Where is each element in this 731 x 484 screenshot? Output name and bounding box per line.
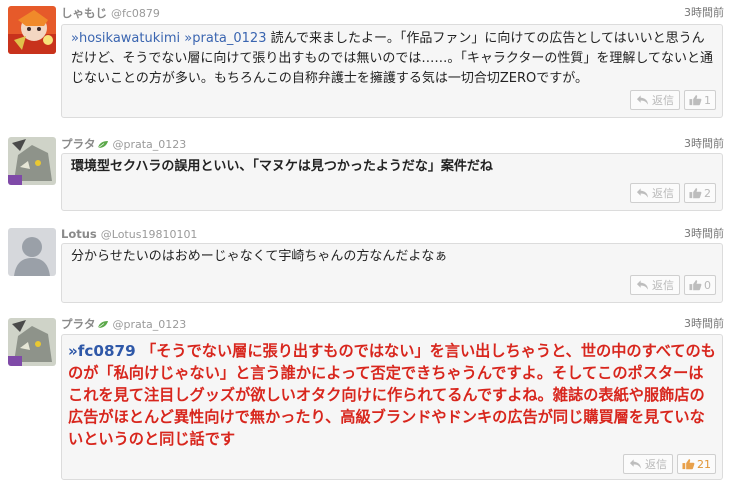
mention-link[interactable]: »fc0879 [68, 342, 136, 360]
thumbs-up-icon [689, 279, 702, 291]
user-avatar[interactable] [8, 6, 56, 54]
reply-button[interactable]: 返信 [630, 275, 680, 295]
comment-bubble: »hosikawatukimi »prata_0123 読んで来ましたよー。「作… [61, 24, 723, 118]
timestamp: 3時間前 [684, 6, 724, 19]
post-meta: Lotus @Lotus19810101 [61, 226, 197, 242]
leaf-badge-icon [97, 140, 109, 149]
reply-icon [636, 94, 649, 106]
post-meta: プラタ @prata_0123 [61, 316, 186, 332]
timestamp: 3時間前 [684, 137, 724, 150]
comment-post: しゃもじ @fc0879 3時間前 »hosikawatukimi »prata_… [0, 0, 731, 122]
mention-link[interactable]: »prata_0123 [184, 31, 266, 46]
comment-body: 環境型セクハラの誤用といい、「マヌケは見つかったようだな」案件だね [71, 159, 493, 174]
username[interactable]: Lotus [61, 227, 97, 241]
comment-actions: 返信 2 [630, 183, 716, 203]
reply-button[interactable]: 返信 [623, 454, 673, 474]
like-count: 2 [704, 186, 711, 200]
thumbs-up-icon [689, 187, 702, 199]
comment-body: 「そうでない層に張り出すものではない」を言い出しちゃうと、世の中のすべてのものが… [68, 342, 716, 448]
comment-body: 分からせたいのはおめーじゃなくて宇崎ちゃんの方なんだよなぁ [71, 249, 448, 264]
like-count: 21 [697, 457, 711, 471]
user-id[interactable]: @prata_0123 [113, 318, 187, 331]
comment-bubble: »fc0879 「そうでない層に張り出すものではない」を言い出しちゃうと、世の中… [61, 334, 723, 480]
timestamp: 3時間前 [684, 227, 724, 240]
reply-label: 返信 [652, 94, 674, 107]
reply-button[interactable]: 返信 [630, 183, 680, 203]
leaf-badge-icon [97, 320, 109, 329]
like-button[interactable]: 0 [684, 275, 716, 295]
comment-actions: 返信 1 [630, 90, 716, 110]
reply-label: 返信 [645, 458, 667, 471]
comment-text: »hosikawatukimi »prata_0123 読んで来ましたよー。「作… [71, 29, 714, 89]
comment-text: 分からせたいのはおめーじゃなくて宇崎ちゃんの方なんだよなぁ [71, 247, 714, 267]
reply-icon [636, 279, 649, 291]
like-count: 1 [704, 93, 711, 107]
reply-label: 返信 [652, 187, 674, 200]
mention-link[interactable]: »hosikawatukimi [71, 31, 180, 46]
user-avatar[interactable] [8, 137, 56, 185]
reply-label: 返信 [652, 279, 674, 292]
username[interactable]: プラタ [61, 317, 96, 331]
reply-icon [636, 187, 649, 199]
like-button[interactable]: 2 [684, 183, 716, 203]
comment-actions: 返信 0 [630, 275, 716, 295]
comment-text: »fc0879 「そうでない層に張り出すものではない」を言い出しちゃうと、世の中… [68, 340, 716, 450]
username[interactable]: しゃもじ [61, 6, 107, 20]
comment-post: プラタ @prata_0123 3時間前 »fc0879 「そうでない層に張り出す… [0, 312, 731, 484]
post-meta: しゃもじ @fc0879 [61, 5, 160, 21]
user-id[interactable]: @Lotus19810101 [101, 228, 198, 241]
user-id[interactable]: @fc0879 [111, 7, 160, 20]
comment-post: Lotus @Lotus19810101 3時間前 分からせたいのはおめーじゃなく… [0, 221, 731, 305]
reply-icon [629, 458, 642, 470]
timestamp: 3時間前 [684, 317, 724, 330]
thumbs-up-icon [689, 94, 702, 106]
comment-actions: 返信 21 [623, 454, 716, 474]
reply-button[interactable]: 返信 [630, 90, 680, 110]
like-button[interactable]: 21 [677, 454, 716, 474]
like-button[interactable]: 1 [684, 90, 716, 110]
like-count: 0 [704, 278, 711, 292]
comment-post: プラタ @prata_0123 3時間前 環境型セクハラの誤用といい、「マヌケは見… [0, 130, 731, 214]
comment-bubble: 分からせたいのはおめーじゃなくて宇崎ちゃんの方なんだよなぁ 返信 0 [61, 243, 723, 303]
username[interactable]: プラタ [61, 137, 96, 151]
comment-bubble: 環境型セクハラの誤用といい、「マヌケは見つかったようだな」案件だね 返信 2 [61, 153, 723, 211]
thumbs-up-icon [682, 458, 695, 470]
user-avatar[interactable] [8, 228, 56, 276]
user-id[interactable]: @prata_0123 [113, 138, 187, 151]
user-avatar[interactable] [8, 318, 56, 366]
post-meta: プラタ @prata_0123 [61, 136, 186, 152]
comment-text: 環境型セクハラの誤用といい、「マヌケは見つかったようだな」案件だね [71, 157, 714, 177]
